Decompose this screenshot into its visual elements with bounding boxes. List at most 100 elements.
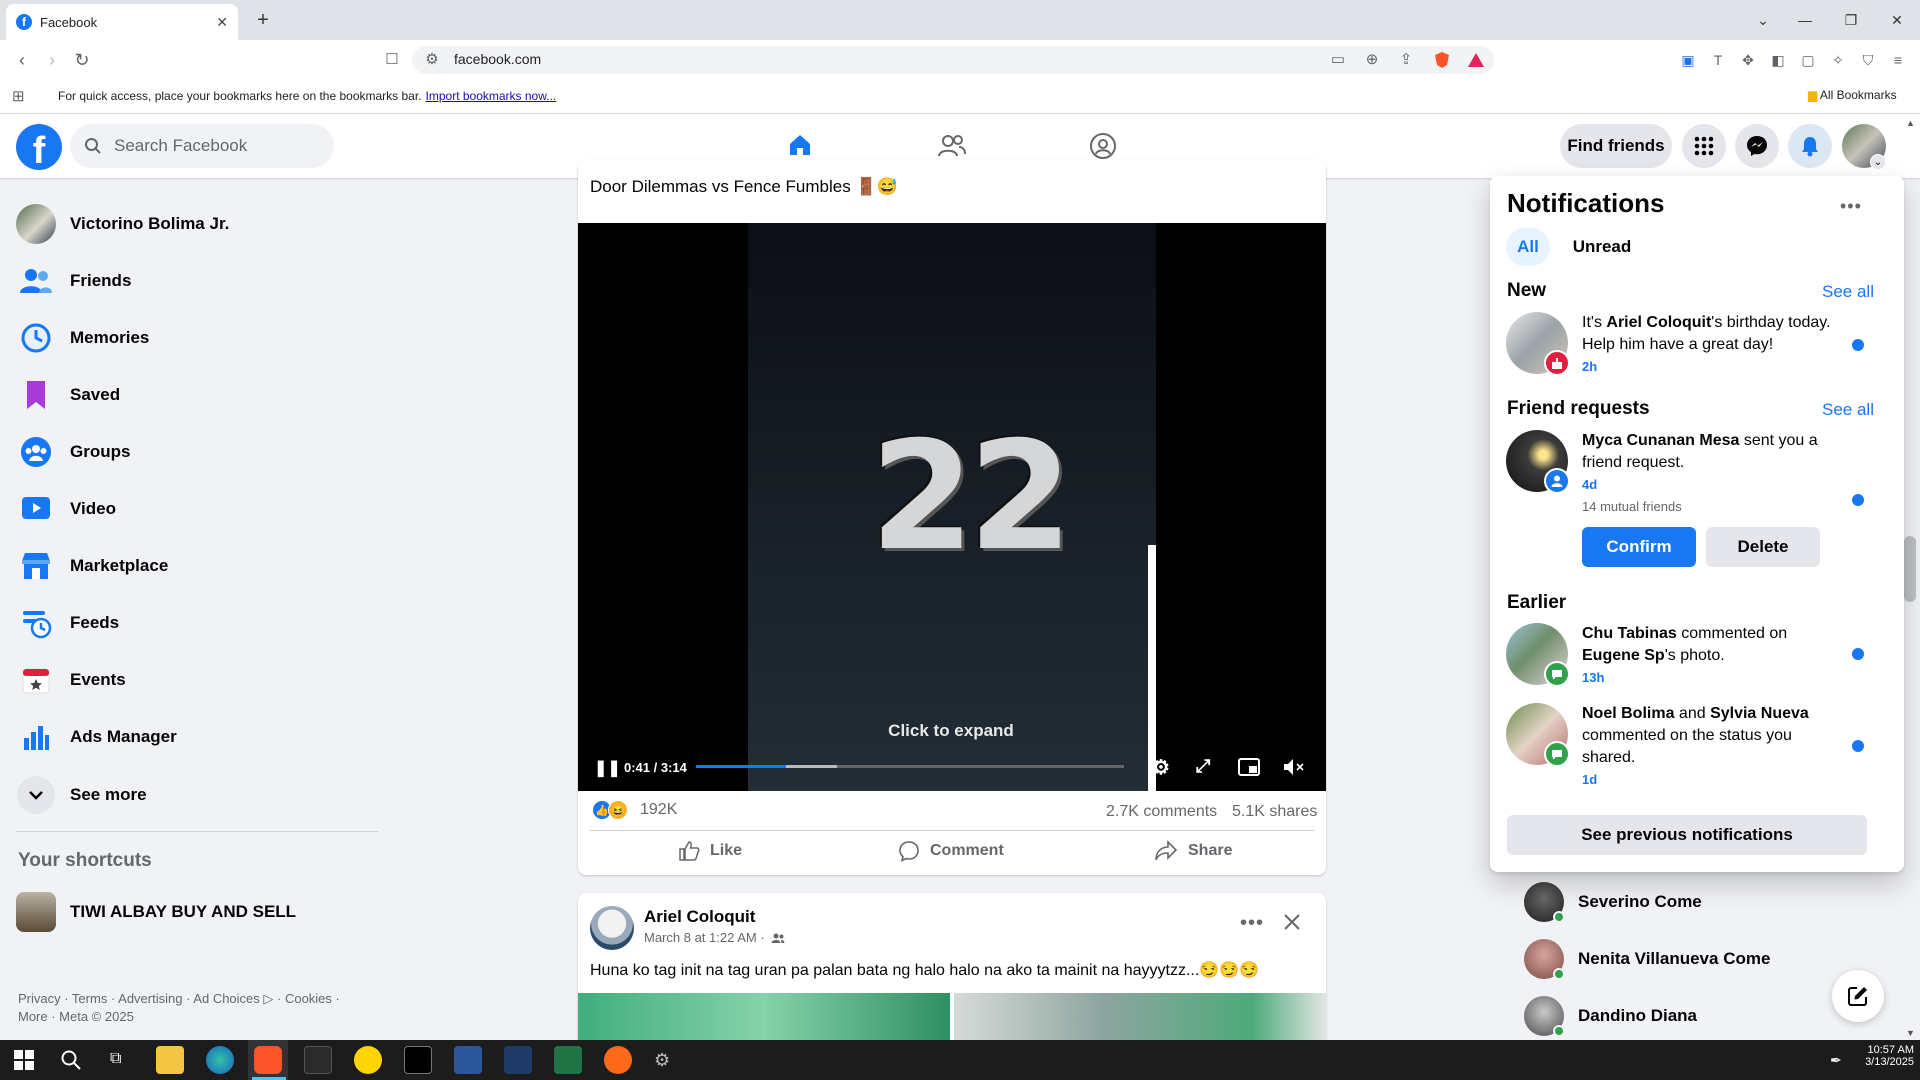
menu-grid-button[interactable] bbox=[1682, 124, 1726, 168]
tab-unread[interactable]: Unread bbox=[1562, 228, 1642, 266]
footer-links[interactable]: Privacy · Terms · Advertising · Ad Choic… bbox=[18, 990, 378, 1026]
menu-icon[interactable]: ≡ bbox=[1888, 50, 1908, 70]
app-yellow-icon[interactable] bbox=[354, 1046, 382, 1074]
import-bookmarks-link[interactable]: Import bookmarks now... bbox=[426, 89, 557, 103]
forward-icon[interactable]: › bbox=[40, 48, 64, 72]
notifications-options-icon[interactable]: ••• bbox=[1840, 196, 1862, 217]
messenger-button[interactable] bbox=[1735, 124, 1779, 168]
friend-request-notification[interactable]: Myca Cunanan Mesa sent you a friend requ… bbox=[1582, 430, 1838, 474]
mute-icon[interactable] bbox=[1282, 757, 1306, 777]
picture-in-picture-icon[interactable] bbox=[1238, 758, 1260, 776]
reactions[interactable]: 👍 😆 192K bbox=[592, 800, 677, 820]
new-tab-button[interactable]: + bbox=[250, 8, 276, 32]
close-window-button[interactable]: ✕ bbox=[1874, 0, 1920, 40]
vpn-icon[interactable]: ⛉ bbox=[1858, 50, 1878, 70]
pen-icon[interactable]: ✒ bbox=[1830, 1052, 1842, 1069]
share-button[interactable]: Share bbox=[1154, 840, 1232, 862]
sidebar-item-ads-manager[interactable]: Ads Manager bbox=[16, 711, 376, 763]
scroll-down-icon[interactable]: ▼ bbox=[1906, 1028, 1915, 1038]
file-explorer-icon[interactable] bbox=[156, 1046, 184, 1074]
app-orange-icon[interactable] bbox=[604, 1046, 632, 1074]
all-bookmarks[interactable]: ▆ All Bookmarks bbox=[1808, 88, 1897, 102]
minimize-button[interactable]: — bbox=[1782, 0, 1828, 40]
reload-icon[interactable]: ↻ bbox=[70, 48, 94, 72]
extensions-icon[interactable]: ✥ bbox=[1738, 50, 1758, 70]
sidebar-item-friends[interactable]: Friends bbox=[16, 255, 376, 307]
see-all-requests-link[interactable]: See all bbox=[1822, 400, 1874, 420]
fullscreen-icon[interactable]: ⤢ bbox=[1196, 756, 1210, 777]
leo-icon[interactable]: ✧ bbox=[1828, 50, 1848, 70]
sidebar-item-marketplace[interactable]: Marketplace bbox=[16, 540, 376, 592]
system-clock[interactable]: 10:57 AM 3/13/2025 bbox=[1842, 1044, 1914, 1068]
delete-button[interactable]: Delete bbox=[1706, 527, 1820, 567]
capcut-icon[interactable] bbox=[304, 1046, 332, 1074]
brave-icon[interactable] bbox=[254, 1046, 282, 1074]
share-icon[interactable]: ⇪ bbox=[1396, 50, 1416, 70]
post-date[interactable]: March 8 at 1:22 AM · bbox=[644, 930, 765, 945]
restore-button[interactable]: ❐ bbox=[1828, 0, 1874, 40]
bookmark-icon[interactable]: ☐ bbox=[380, 48, 404, 72]
app-dark-icon[interactable] bbox=[404, 1046, 432, 1074]
pause-icon[interactable]: ❚❚ bbox=[594, 758, 621, 778]
brave-rewards-icon[interactable] bbox=[1466, 50, 1486, 70]
sidebar-item-memories[interactable]: Memories bbox=[16, 312, 376, 364]
browser-tab[interactable]: f Facebook ✕ bbox=[6, 4, 238, 40]
word-icon[interactable] bbox=[454, 1046, 482, 1074]
cast-icon[interactable]: ▭ bbox=[1328, 50, 1348, 70]
zoom-icon[interactable]: ⊕ bbox=[1362, 50, 1382, 70]
shortcut-group[interactable]: TIWI ALBAY BUY AND SELL bbox=[16, 886, 376, 938]
post-options-icon[interactable]: ••• bbox=[1240, 912, 1264, 935]
facebook-logo[interactable]: f bbox=[16, 124, 62, 170]
find-friends-button[interactable]: Find friends bbox=[1560, 124, 1672, 168]
earlier-notification-2[interactable]: Noel Bolima and Sylvia Nueva commented o… bbox=[1582, 703, 1838, 769]
click-to-expand[interactable]: Click to expand bbox=[870, 721, 1032, 741]
comment-count[interactable]: 2.7K comments bbox=[1106, 803, 1217, 821]
contact-item[interactable]: Nenita Villanueva Come bbox=[1524, 937, 1770, 981]
excel-icon[interactable] bbox=[554, 1046, 582, 1074]
post-image-1[interactable] bbox=[578, 993, 950, 1040]
notifications-button[interactable] bbox=[1788, 124, 1832, 168]
page-scrollbar[interactable] bbox=[1904, 536, 1916, 602]
edge-icon[interactable] bbox=[206, 1046, 234, 1074]
footer-line-2[interactable]: More · Meta © 2025 bbox=[18, 1008, 378, 1026]
tab-all[interactable]: All bbox=[1506, 228, 1550, 266]
comment-button[interactable]: Comment bbox=[898, 840, 1004, 862]
contact-item[interactable]: Severino Come bbox=[1524, 880, 1702, 924]
footer-line-1[interactable]: Privacy · Terms · Advertising · Ad Choic… bbox=[18, 990, 378, 1008]
earlier-notification-1[interactable]: Chu Tabinas commented on Eugene Sp's pho… bbox=[1582, 623, 1838, 667]
apps-grid-icon[interactable]: ⊞ bbox=[12, 87, 25, 105]
back-icon[interactable]: ‹ bbox=[10, 48, 34, 72]
app-blue-icon[interactable] bbox=[504, 1046, 532, 1074]
sidebar-item-events[interactable]: Events bbox=[16, 654, 376, 706]
post-author[interactable]: Ariel Coloquit bbox=[644, 907, 755, 927]
settings-icon[interactable]: ⚙ bbox=[1152, 755, 1170, 780]
url-text[interactable]: facebook.com bbox=[454, 51, 541, 67]
birthday-notification[interactable]: It's Ariel Coloquit's birthday today. He… bbox=[1582, 312, 1838, 356]
scroll-up-icon[interactable]: ▲ bbox=[1906, 118, 1915, 128]
sidebar-item-groups[interactable]: Groups bbox=[16, 426, 376, 478]
new-message-button[interactable] bbox=[1832, 970, 1884, 1022]
sidebar-item-video[interactable]: Video bbox=[16, 483, 376, 535]
see-previous-notifications-button[interactable]: See previous notifications bbox=[1507, 815, 1867, 855]
sidebar-item-saved[interactable]: Saved bbox=[16, 369, 376, 421]
settings-gear-icon[interactable]: ⚙ bbox=[654, 1050, 670, 1071]
contact-item[interactable]: Dandino Diana bbox=[1524, 994, 1697, 1038]
sidebar-icon[interactable]: ◧ bbox=[1768, 50, 1788, 70]
extension-1-icon[interactable]: ▣ bbox=[1678, 50, 1698, 70]
sidebar-item-feeds[interactable]: Feeds bbox=[16, 597, 376, 649]
wallet-icon[interactable]: ▢ bbox=[1798, 50, 1818, 70]
taskbar-search-icon[interactable] bbox=[60, 1049, 82, 1071]
author-avatar[interactable] bbox=[590, 906, 634, 950]
search-input[interactable]: Search Facebook bbox=[70, 124, 334, 168]
account-chevron-icon[interactable]: ⌄ bbox=[1870, 154, 1886, 170]
task-view-icon[interactable]: ⧉ bbox=[110, 1050, 121, 1068]
extension-2-icon[interactable]: T bbox=[1708, 50, 1728, 70]
share-count[interactable]: 5.1K shares bbox=[1232, 803, 1317, 821]
windows-start-icon[interactable] bbox=[14, 1050, 34, 1070]
site-info-icon[interactable]: ⚙ bbox=[422, 50, 442, 70]
sidebar-item-see-more[interactable]: See more bbox=[16, 769, 376, 821]
tab-search-icon[interactable]: ⌄ bbox=[1740, 0, 1786, 40]
sidebar-profile[interactable]: Victorino Bolima Jr. bbox=[16, 198, 376, 250]
like-button[interactable]: Like bbox=[678, 840, 742, 862]
post-image-2[interactable] bbox=[954, 993, 1326, 1040]
